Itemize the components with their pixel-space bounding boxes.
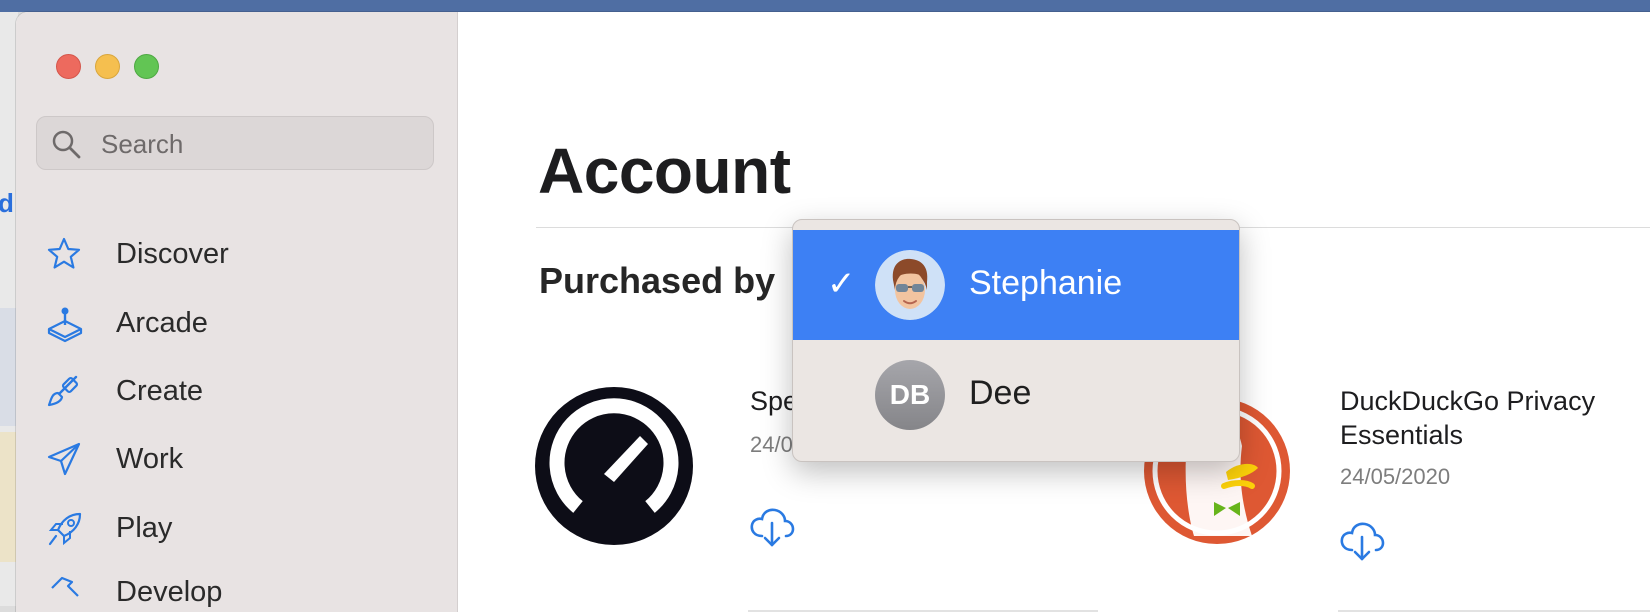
sidebar-item-create[interactable]: Create bbox=[46, 367, 436, 417]
sidebar-item-develop[interactable]: Develop bbox=[46, 568, 436, 612]
sidebar-item-discover[interactable]: Discover bbox=[46, 230, 436, 280]
sidebar-item-label: Play bbox=[116, 512, 173, 544]
sidebar-item-work[interactable]: Work bbox=[46, 435, 436, 485]
account-name: Stephanie bbox=[969, 264, 1123, 302]
cloud-download-icon[interactable] bbox=[748, 506, 796, 548]
paintbrush-icon bbox=[47, 375, 79, 407]
sidebar-item-play[interactable]: Play bbox=[46, 504, 436, 554]
paper-plane-icon bbox=[47, 442, 81, 476]
search-input[interactable] bbox=[99, 125, 423, 163]
search-icon bbox=[52, 130, 81, 159]
purchased-by-label: Purchased by bbox=[539, 260, 776, 301]
rocket-icon bbox=[48, 512, 82, 546]
star-icon bbox=[47, 237, 81, 269]
sidebar-item-label: Work bbox=[116, 443, 184, 475]
memoji-avatar bbox=[875, 250, 945, 320]
cloud-download-icon[interactable] bbox=[1338, 520, 1386, 562]
checkmark-icon: ✓ bbox=[827, 265, 856, 303]
search-field[interactable] bbox=[36, 116, 434, 170]
sidebar-item-label: Arcade bbox=[116, 307, 208, 339]
account-picker-menu[interactable]: ✓ Stephanie DB Dee bbox=[792, 219, 1240, 462]
app-purchase-date: 24/05/2020 bbox=[1340, 464, 1451, 489]
background-window-titlebar bbox=[0, 0, 1650, 12]
speedometer-icon[interactable] bbox=[534, 386, 694, 546]
account-option-dee[interactable]: DB Dee bbox=[793, 340, 1239, 450]
sidebar-item-label: Develop bbox=[116, 576, 223, 608]
app-name[interactable]: DuckDuckGo Privacy Essentials bbox=[1340, 384, 1650, 452]
page-title: Account bbox=[538, 135, 791, 207]
sidebar-item-label: Create bbox=[116, 375, 204, 407]
initials-avatar: DB bbox=[875, 360, 945, 430]
hammer-icon bbox=[51, 576, 79, 597]
close-window-button[interactable] bbox=[56, 54, 81, 79]
zoom-window-button[interactable] bbox=[134, 54, 159, 79]
sidebar: Discover Arcade Create Wor bbox=[16, 12, 458, 612]
sidebar-item-arcade[interactable]: Arcade bbox=[46, 299, 436, 349]
account-option-stephanie[interactable]: ✓ Stephanie bbox=[793, 230, 1239, 340]
sidebar-item-label: Discover bbox=[116, 238, 229, 270]
joystick-icon bbox=[47, 307, 83, 343]
minimize-window-button[interactable] bbox=[95, 54, 120, 79]
background-window-text: d bbox=[0, 188, 14, 218]
account-name: Dee bbox=[969, 374, 1032, 412]
